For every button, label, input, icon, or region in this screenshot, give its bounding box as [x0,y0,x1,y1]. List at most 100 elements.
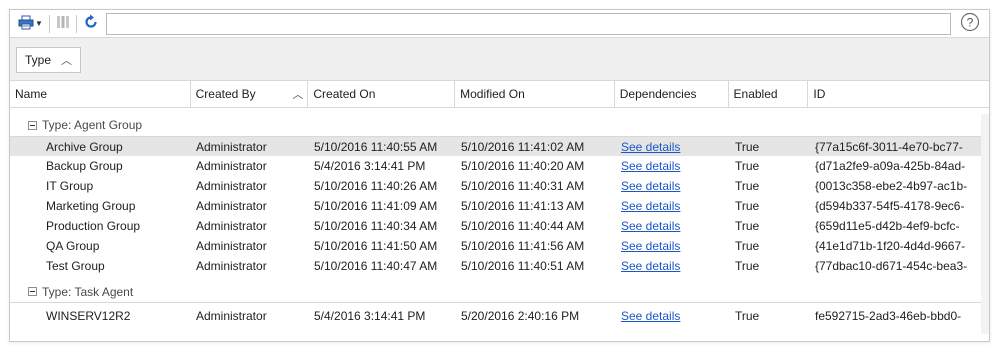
cell-enabled: True [735,159,760,173]
table-row[interactable]: WINSERV12R2 Administrator 5/4/2016 3:14:… [10,306,989,326]
print-button[interactable]: ▼ [15,13,46,35]
cell-created-by: Administrator [196,239,267,253]
column-header-dependencies[interactable]: Dependencies [615,81,729,107]
group-row-agent-group[interactable]: Type: Agent Group [10,114,989,136]
group-by-chip-type[interactable]: Type ︿ [16,47,82,73]
cell-name: QA Group [46,239,100,253]
chevron-up-icon: ︿ [61,55,73,67]
cell-created-by: Administrator [196,179,267,193]
cell-enabled: True [735,259,760,273]
cell-created-by: Administrator [196,199,267,213]
column-header-label: Name [15,87,48,101]
vertical-scrollbar[interactable] [981,114,989,334]
see-details-link[interactable]: See details [621,239,680,253]
cell-name: Test Group [46,259,105,273]
column-header-label: Modified On [460,87,525,101]
cell-id: {77a15c6f-3011-4e70-bc77- [815,139,963,154]
table-row[interactable]: QA Group Administrator 5/10/2016 11:41:5… [10,236,989,256]
cell-modified-on: 5/20/2016 2:40:16 PM [461,309,580,323]
toolbar-divider [48,14,50,33]
table-row[interactable]: IT Group Administrator 5/10/2016 11:40:2… [10,176,989,196]
printer-icon [18,15,34,33]
cell-created-by: Administrator [196,309,267,323]
cell-created-on: 5/10/2016 11:40:55 AM [314,139,438,154]
column-header-label: ID [813,87,826,101]
column-header-id[interactable]: ID [808,81,989,107]
toolbar: ▼ ? [10,10,989,38]
cell-created-by: Administrator [196,259,267,273]
cell-created-by: Administrator [196,139,267,154]
cell-enabled: True [735,139,760,154]
see-details-link[interactable]: See details [621,219,680,233]
group-label: Type: Agent Group [42,118,143,132]
see-details-link[interactable]: See details [621,199,680,213]
see-details-link[interactable]: See details [621,179,680,193]
cell-enabled: True [735,219,760,233]
see-details-link[interactable]: See details [621,140,680,154]
cell-id: {d71a2fe9-a09a-425b-84ad- [815,159,966,173]
cell-name: Backup Group [46,159,123,173]
cell-id: fe592715-2ad3-46eb-bbd0- [815,309,962,323]
help-button[interactable]: ? [957,12,983,35]
cell-name: WINSERV12R2 [46,309,131,323]
cell-created-by: Administrator [196,159,267,173]
cell-modified-on: 5/10/2016 11:41:13 AM [461,199,585,213]
cell-created-on: 5/10/2016 11:40:26 AM [314,179,438,193]
table-row[interactable]: Backup Group Administrator 5/4/2016 3:14… [10,156,989,176]
cell-created-on: 5/4/2016 3:14:41 PM [314,309,426,323]
cell-id: {d594b337-54f5-4178-9ec6- [815,199,965,213]
refresh-button[interactable] [80,13,102,35]
cell-created-on: 5/10/2016 11:41:09 AM [314,199,438,213]
column-header-modified-on[interactable]: Modified On [455,81,615,107]
collapse-icon[interactable] [28,287,37,296]
help-icon: ? [960,12,980,35]
column-header-label: Enabled [733,87,778,101]
cell-id: {659d11e5-d42b-4ef9-bcfc- [815,219,960,233]
cell-name: IT Group [46,179,94,193]
table-row[interactable]: Test Group Administrator 5/10/2016 11:40… [10,256,989,276]
cell-created-on: 5/10/2016 11:40:34 AM [314,219,438,233]
column-chooser-button[interactable] [53,13,73,35]
collapse-icon[interactable] [28,120,37,130]
sort-ascending-icon: ︿ [292,89,304,101]
column-header-created-by[interactable]: Created By ︿ [191,81,309,107]
table-row[interactable]: Archive Group Administrator 5/10/2016 11… [10,136,989,156]
cell-modified-on: 5/10/2016 11:41:56 AM [461,239,585,253]
toolbar-divider [75,14,77,33]
group-label: Type: Task Agent [42,284,134,299]
cell-id: {0013c358-ebe2-4b97-ac1b- [815,179,968,193]
table-row[interactable]: Production Group Administrator 5/10/2016… [10,216,989,236]
group-row-task-agent[interactable]: Type: Task Agent [10,281,989,303]
see-details-link[interactable]: See details [621,309,680,323]
grid-header: Name Created By ︿ Created On Modified On … [10,81,989,108]
group-by-panel: Type ︿ [10,38,989,81]
search-input[interactable] [105,12,951,35]
column-header-name[interactable]: Name [10,81,191,107]
cell-enabled: True [735,179,760,193]
cell-enabled: True [735,239,760,253]
cell-modified-on: 5/10/2016 11:40:44 AM [461,219,585,233]
cell-enabled: True [735,309,760,323]
cell-created-on: 5/10/2016 11:41:50 AM [314,239,438,253]
cell-id: {77dbac10-d671-454c-bea3- [815,259,968,273]
see-details-link[interactable]: See details [621,159,680,173]
column-header-label: Created By [195,87,256,101]
cell-modified-on: 5/10/2016 11:41:02 AM [461,139,585,154]
column-header-created-on[interactable]: Created On [308,81,456,107]
cell-created-by: Administrator [196,219,267,233]
cell-name: Marketing Group [46,199,136,213]
grid-body: Type: Agent Group Archive Group Administ… [10,114,989,334]
columns-icon [56,15,70,32]
cell-name: Production Group [46,219,141,233]
cell-modified-on: 5/10/2016 11:40:20 AM [461,159,585,173]
data-grid-panel: ▼ ? Type ︿ Name Created By ︿ Created On … [9,9,990,342]
group-by-label: Type [25,53,52,67]
column-header-label: Created On [313,87,376,101]
refresh-icon [83,14,99,33]
table-row[interactable]: Marketing Group Administrator 5/10/2016 … [10,196,989,216]
column-header-enabled[interactable]: Enabled [729,81,809,107]
see-details-link[interactable]: See details [621,259,680,273]
chevron-down-icon: ▼ [35,19,43,28]
cell-name: Archive Group [46,139,123,154]
cell-id: {41e1d71b-1f20-4d4d-9667- [815,239,966,253]
